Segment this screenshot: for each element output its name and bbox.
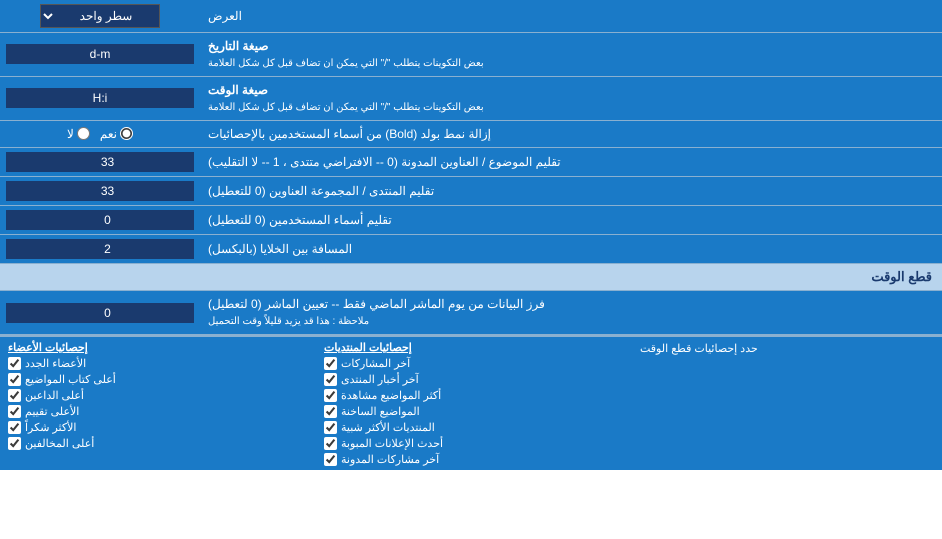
forum-stats-title: إحصائيات المنتديات — [324, 341, 624, 354]
check-item-latest-ads: أحدث الإعلانات المبوبة — [324, 437, 624, 450]
label-forum-trim: تقليم المنتدى / المجموعة العناوين (0 للت… — [200, 177, 942, 205]
date-format-cell — [0, 33, 200, 76]
date-format-input[interactable] — [6, 44, 194, 64]
check-item-last-posts: آخر المشاركات — [324, 357, 624, 370]
cb-latest-ads[interactable] — [324, 437, 337, 450]
check-item-most-thanked: الأكثر شكراً — [8, 421, 308, 434]
cb-top-posters[interactable] — [8, 373, 21, 386]
cutoff-stats-label: حدد إحصائيات قطع الوقت — [632, 337, 942, 470]
check-item-top-inviters: أعلى الداعين — [8, 389, 308, 402]
check-item-most-viewed: أكثر المواضيع مشاهدة — [324, 389, 624, 402]
cb-similar-forums[interactable] — [324, 421, 337, 434]
cb-most-thanked[interactable] — [8, 421, 21, 434]
check-item-similar-forums: المنتديات الأكثر شبية — [324, 421, 624, 434]
cb-new-members[interactable] — [8, 357, 21, 370]
user-trim-input[interactable] — [6, 210, 194, 230]
bold-no-label: لا — [67, 127, 90, 141]
member-stats-col: إحصائيات الأعضاء الأعضاء الجدد أعلى كتاب… — [0, 337, 316, 470]
check-item-top-warned: أعلى المخالفين — [8, 437, 308, 450]
cb-last-news[interactable] — [324, 373, 337, 386]
check-item-new-members: الأعضاء الجدد — [8, 357, 308, 370]
cb-most-viewed[interactable] — [324, 389, 337, 402]
member-stats-title: إحصائيات الأعضاء — [8, 341, 308, 354]
bold-yes-radio[interactable] — [120, 127, 133, 140]
cutoff-input-cell — [0, 291, 200, 334]
topic-trim-input[interactable] — [6, 152, 194, 172]
check-item-blog-posts: آخر مشاركات المدونة — [324, 453, 624, 466]
cb-top-inviters[interactable] — [8, 389, 21, 402]
check-item-hot-topics: المواضيع الساخنة — [324, 405, 624, 418]
label-cutoff: فرز البيانات من يوم الماشر الماضي فقط --… — [200, 291, 942, 334]
cb-top-warned[interactable] — [8, 437, 21, 450]
cutoff-input[interactable] — [6, 303, 194, 323]
forum-trim-input[interactable] — [6, 181, 194, 201]
spacing-input[interactable] — [6, 239, 194, 259]
forum-trim-cell — [0, 177, 200, 205]
check-item-top-rated: الأعلى تقييم — [8, 405, 308, 418]
label-user-trim: تقليم أسماء المستخدمين (0 للتعطيل) — [200, 206, 942, 234]
topic-trim-cell — [0, 148, 200, 176]
bold-radio-cell: نعم لا — [0, 121, 200, 148]
checkboxes-section: حدد إحصائيات قطع الوقت إحصائيات المنتديا… — [0, 335, 942, 470]
label-date-format: صيغة التاريخ بعض التكوينات يتطلب "/" الت… — [200, 33, 942, 76]
cb-top-rated[interactable] — [8, 405, 21, 418]
bold-no-radio[interactable] — [77, 127, 90, 140]
forum-stats-col: إحصائيات المنتديات آخر المشاركات آخر أخب… — [316, 337, 632, 470]
check-item-top-posters: أعلى كتاب المواضيع — [8, 373, 308, 386]
time-format-input[interactable] — [6, 88, 194, 108]
label-topic-trim: تقليم الموضوع / العناوين المدونة (0 -- ا… — [200, 148, 942, 176]
user-trim-cell — [0, 206, 200, 234]
check-item-last-news: آخر أخبار المنتدى — [324, 373, 624, 386]
cb-last-posts[interactable] — [324, 357, 337, 370]
cb-hot-topics[interactable] — [324, 405, 337, 418]
label-spacing: المسافة بين الخلايا (بالبكسل) — [200, 235, 942, 263]
cb-blog-posts[interactable] — [324, 453, 337, 466]
spacing-cell — [0, 235, 200, 263]
label-bold: إزالة نمط بولد (Bold) من أسماء المستخدمي… — [200, 121, 942, 148]
label-display: العرض — [200, 0, 942, 32]
cutoff-section-header: قطع الوقت — [0, 264, 942, 291]
display-select[interactable]: سطر واحد — [40, 4, 160, 28]
time-format-cell — [0, 77, 200, 120]
display-dropdown-cell: سطر واحد — [0, 0, 200, 32]
bold-yes-label: نعم — [100, 127, 133, 141]
label-time-format: صيغة الوقت بعض التكوينات يتطلب "/" التي … — [200, 77, 942, 120]
